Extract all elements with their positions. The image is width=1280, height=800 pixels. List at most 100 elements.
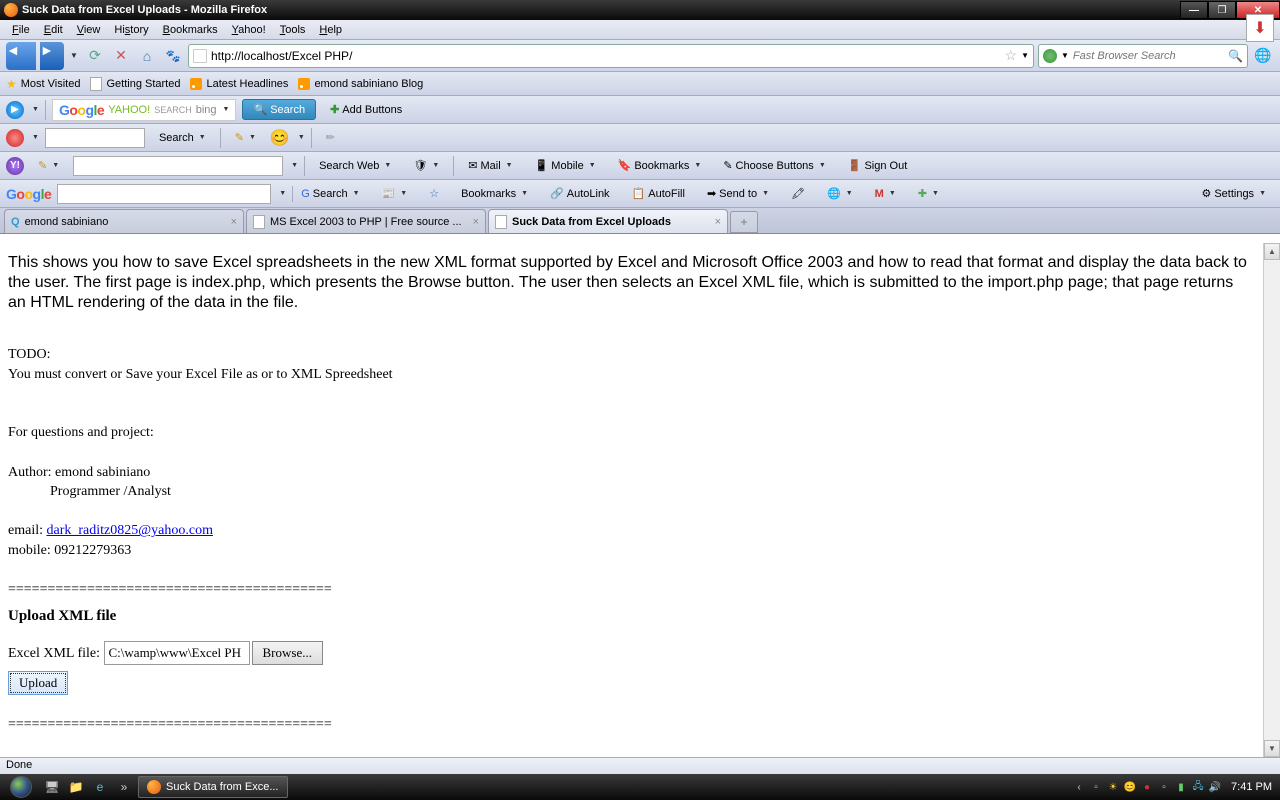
scroll-up-icon[interactable]: ▲ bbox=[1264, 243, 1280, 260]
tray-icon[interactable]: ▫ bbox=[1157, 780, 1171, 794]
sign-out-btn[interactable]: 🚪 Sign Out bbox=[840, 157, 916, 174]
pencil-tool[interactable]: ✎▼ bbox=[227, 129, 264, 146]
file-input[interactable]: C:\wamp\www\Excel PH bbox=[104, 641, 250, 665]
autofill-btn[interactable]: 📋 AutoFill bbox=[624, 185, 693, 202]
plus-btn[interactable]: ✚▼ bbox=[910, 185, 947, 202]
vertical-scrollbar[interactable]: ▲ ▼ bbox=[1263, 243, 1280, 757]
tray-arrow-icon[interactable]: ‹ bbox=[1072, 780, 1086, 794]
scroll-down-icon[interactable]: ▼ bbox=[1264, 740, 1280, 757]
start-button[interactable] bbox=[4, 774, 38, 800]
choose-buttons[interactable]: ✎ Choose Buttons▼ bbox=[715, 157, 833, 174]
menu-yahoo[interactable]: Yahoo! bbox=[226, 22, 272, 38]
search-provider-dropdown[interactable]: ▼ bbox=[1061, 51, 1069, 60]
tab-1[interactable]: MS Excel 2003 to PHP | Free source ... × bbox=[246, 209, 486, 233]
maximize-button[interactable] bbox=[1208, 1, 1236, 19]
emoji-face-icon[interactable]: 😊 bbox=[270, 128, 290, 148]
add-buttons[interactable]: ✚ Add Buttons bbox=[322, 101, 410, 118]
search-btn-2[interactable]: Search▼ bbox=[151, 130, 214, 146]
tab-2-active[interactable]: Suck Data from Excel Uploads × bbox=[488, 209, 728, 233]
email-link[interactable]: dark_raditz0825@yahoo.com bbox=[47, 523, 213, 538]
news-btn[interactable]: 📰▼ bbox=[374, 185, 416, 202]
ql-ie[interactable]: e bbox=[90, 777, 110, 797]
status-text: Done bbox=[6, 759, 32, 771]
reload-button[interactable]: ⟳ bbox=[84, 45, 106, 67]
search-go-icon[interactable]: 🔍 bbox=[1228, 49, 1243, 63]
bm-getting-started[interactable]: Getting Started bbox=[90, 77, 180, 91]
mail-btn[interactable]: ✉ Mail▼ bbox=[460, 157, 520, 174]
taskbar-firefox[interactable]: Suck Data from Exce... bbox=[138, 776, 288, 798]
tray-icon[interactable]: ▫ bbox=[1089, 780, 1103, 794]
paw-icon[interactable]: 🐾 bbox=[162, 45, 184, 67]
nav-history-dropdown[interactable]: ▼ bbox=[68, 51, 80, 60]
orb-icon[interactable]: ▶ bbox=[6, 101, 24, 119]
tray-volume-icon[interactable]: 🔊 bbox=[1208, 780, 1222, 794]
menu-view[interactable]: View bbox=[71, 22, 107, 38]
ql-more[interactable]: » bbox=[114, 777, 134, 797]
red-orb-icon[interactable] bbox=[6, 129, 24, 147]
ql-explorer[interactable]: 📁 bbox=[66, 777, 86, 797]
bm-latest-headlines[interactable]: Latest Headlines bbox=[190, 78, 288, 90]
highlight-btn[interactable]: 🖍 bbox=[783, 185, 813, 202]
google-logo[interactable]: Google bbox=[6, 186, 51, 202]
globe-g-btn[interactable]: 🌐▼ bbox=[819, 185, 861, 202]
bookmarks-g-btn[interactable]: Bookmarks▼ bbox=[453, 186, 536, 202]
tray-icon[interactable]: ● bbox=[1140, 780, 1154, 794]
search-button[interactable]: 🔍 Search bbox=[242, 99, 316, 120]
send-to-btn[interactable]: ➡ Send to▼ bbox=[699, 185, 777, 202]
red-orb-dropdown[interactable]: ▼ bbox=[32, 134, 39, 141]
search-web-btn[interactable]: Search Web▼ bbox=[311, 158, 399, 174]
url-bar[interactable]: ☆ ▼ bbox=[188, 44, 1034, 68]
tab-0[interactable]: Q emond sabiniano × bbox=[4, 209, 244, 233]
menu-help[interactable]: Help bbox=[313, 22, 348, 38]
search-provider-icon[interactable] bbox=[1043, 49, 1057, 63]
tab-close-icon[interactable]: × bbox=[231, 216, 237, 228]
tray-smiley-icon[interactable]: 😊 bbox=[1123, 780, 1137, 794]
globe-icon[interactable]: 🌐 bbox=[1252, 45, 1274, 67]
highlighter-tool[interactable]: ✏ bbox=[318, 129, 343, 146]
menu-history[interactable]: History bbox=[108, 22, 154, 38]
menu-edit[interactable]: Edit bbox=[38, 22, 69, 38]
upload-button[interactable]: Upload bbox=[8, 671, 68, 695]
search-input-2[interactable] bbox=[45, 128, 145, 148]
shield-btn[interactable]: 🛡▼ bbox=[405, 157, 447, 174]
tab-close-icon[interactable]: × bbox=[715, 216, 721, 228]
google-search-btn[interactable]: G Search▼ bbox=[292, 186, 367, 202]
tray-network-icon[interactable]: 🖧 bbox=[1191, 780, 1205, 794]
menu-file[interactable]: File bbox=[6, 22, 36, 38]
autolink-btn[interactable]: 🔗 AutoLink bbox=[542, 185, 618, 202]
url-dropdown[interactable]: ▼ bbox=[1021, 51, 1029, 60]
google-search-input[interactable] bbox=[57, 184, 271, 204]
search-engines-logo[interactable]: Google YAHOO! SEARCH bing ▼ bbox=[52, 99, 237, 121]
new-tab-button[interactable]: + bbox=[730, 211, 758, 233]
tray-icon[interactable]: ☀ bbox=[1106, 780, 1120, 794]
browse-button[interactable]: Browse... bbox=[252, 641, 323, 665]
yahoo-icon[interactable]: Y! bbox=[6, 157, 24, 175]
pencil-y[interactable]: ✎▼ bbox=[30, 157, 67, 174]
mobile-btn[interactable]: 📱 Mobile▼ bbox=[527, 157, 604, 174]
bookmarks-btn[interactable]: 🔖 Bookmarks▼ bbox=[610, 157, 710, 174]
taskbar-clock[interactable]: 7:41 PM bbox=[1231, 781, 1272, 793]
scroll-track[interactable] bbox=[1264, 260, 1280, 740]
browser-search-box[interactable]: ▼ 🔍 bbox=[1038, 44, 1248, 68]
back-button[interactable]: ◄ bbox=[6, 42, 36, 70]
menu-bookmarks[interactable]: Bookmarks bbox=[157, 22, 224, 38]
ql-desktop[interactable]: 🖥 bbox=[42, 777, 62, 797]
bookmark-star-icon[interactable]: ☆ bbox=[1005, 47, 1018, 64]
yahoo-search-input[interactable] bbox=[73, 156, 283, 176]
browser-search-input[interactable] bbox=[1073, 50, 1228, 62]
settings-btn[interactable]: ⚙ Settings▼ bbox=[1193, 185, 1274, 202]
download-arrow-icon[interactable]: ⬇ bbox=[1246, 14, 1274, 42]
orb-dropdown[interactable]: ▼ bbox=[32, 106, 39, 113]
star-btn[interactable]: ☆ bbox=[421, 185, 447, 202]
minimize-button[interactable] bbox=[1180, 1, 1208, 19]
menu-tools[interactable]: Tools bbox=[274, 22, 312, 38]
stop-button[interactable]: ✕ bbox=[110, 45, 132, 67]
bm-most-visited[interactable]: ★Most Visited bbox=[6, 77, 80, 91]
forward-button[interactable]: ► bbox=[40, 42, 64, 70]
url-input[interactable] bbox=[211, 49, 1001, 63]
home-button[interactable]: ⌂ bbox=[136, 45, 158, 67]
tab-close-icon[interactable]: × bbox=[473, 216, 479, 228]
tray-icon[interactable]: ▮ bbox=[1174, 780, 1188, 794]
bm-emond-blog[interactable]: emond sabiniano Blog bbox=[298, 78, 423, 90]
gmail-btn[interactable]: M▼ bbox=[867, 186, 904, 202]
